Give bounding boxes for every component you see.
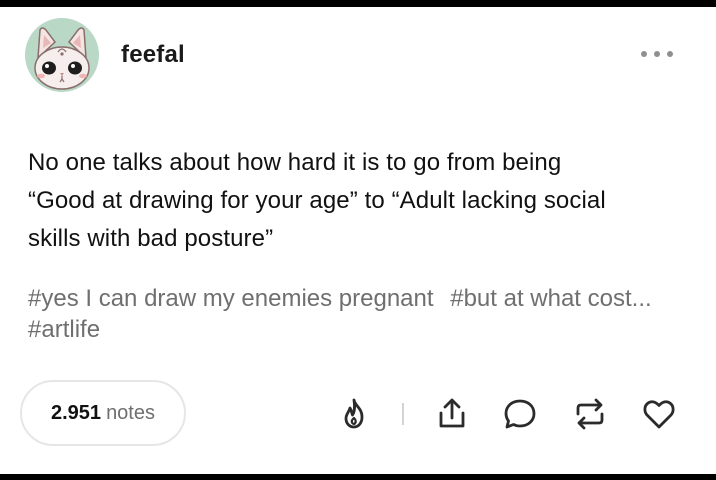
notes-count: 2.951 [51, 402, 102, 424]
post-body-line: No one talks about how hard it is to go … [28, 149, 562, 176]
reply-icon[interactable] [500, 394, 540, 434]
post-body-line: skills with bad posture” [28, 225, 274, 252]
post-tag[interactable]: #but at what cost... [450, 285, 651, 312]
more-options-icon[interactable] [638, 47, 678, 61]
action-divider [402, 403, 404, 425]
post-tag[interactable]: #artlife [28, 316, 100, 343]
post-card: feefal No one talks about how hard it is… [0, 7, 716, 474]
post-tags: #yes I can draw my enemies pregnant #but… [28, 283, 668, 345]
share-icon[interactable] [432, 394, 472, 434]
post-body-line: “Good at drawing for your age” to “Adult… [28, 187, 606, 214]
reblog-icon[interactable] [570, 394, 610, 434]
notes-button[interactable]: 2.951 notes [20, 380, 186, 446]
avatar[interactable] [25, 18, 99, 92]
post-body: No one talks about how hard it is to go … [28, 144, 688, 258]
cat-avatar-icon [34, 27, 90, 90]
like-heart-icon[interactable] [639, 394, 679, 434]
blaze-flame-icon[interactable] [334, 394, 374, 434]
post-username[interactable]: feefal [121, 41, 185, 69]
post-tag[interactable]: #yes I can draw my enemies pregnant [28, 285, 434, 312]
notes-label: notes [106, 402, 155, 424]
